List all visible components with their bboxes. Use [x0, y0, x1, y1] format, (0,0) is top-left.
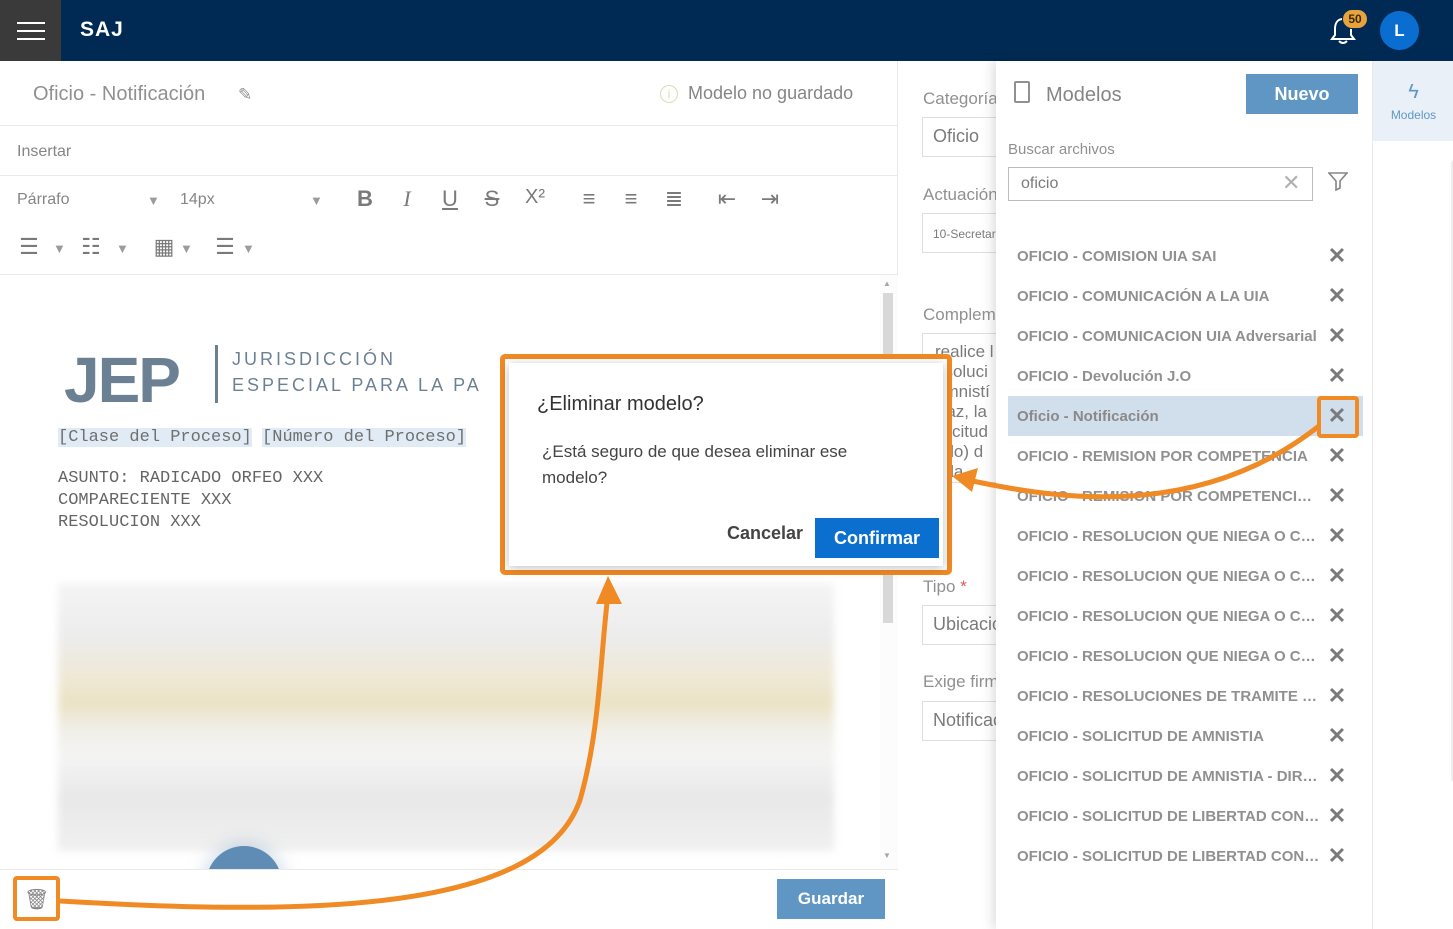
app-title[interactable]: SAJ — [80, 18, 124, 42]
highlight-trash-icon — [13, 876, 60, 921]
highlight-delete-icon — [1317, 396, 1359, 438]
cancel-button[interactable]: Cancelar — [727, 523, 803, 544]
avatar[interactable]: L — [1380, 11, 1419, 50]
confirm-button[interactable]: Confirmar — [815, 518, 939, 558]
dialog-body: ¿Está seguro de que desea eliminar ese m… — [542, 442, 848, 487]
menu-icon[interactable] — [0, 0, 61, 61]
dialog-highlight: ¿Eliminar modelo? ¿Está seguro de que de… — [500, 354, 952, 575]
delete-dialog: ¿Eliminar modelo? ¿Está seguro de que de… — [509, 363, 943, 566]
dialog-title: ¿Eliminar modelo? — [537, 393, 704, 415]
top-bar: SAJ 50 L — [0, 0, 1453, 61]
notification-badge: 50 — [1342, 9, 1368, 29]
